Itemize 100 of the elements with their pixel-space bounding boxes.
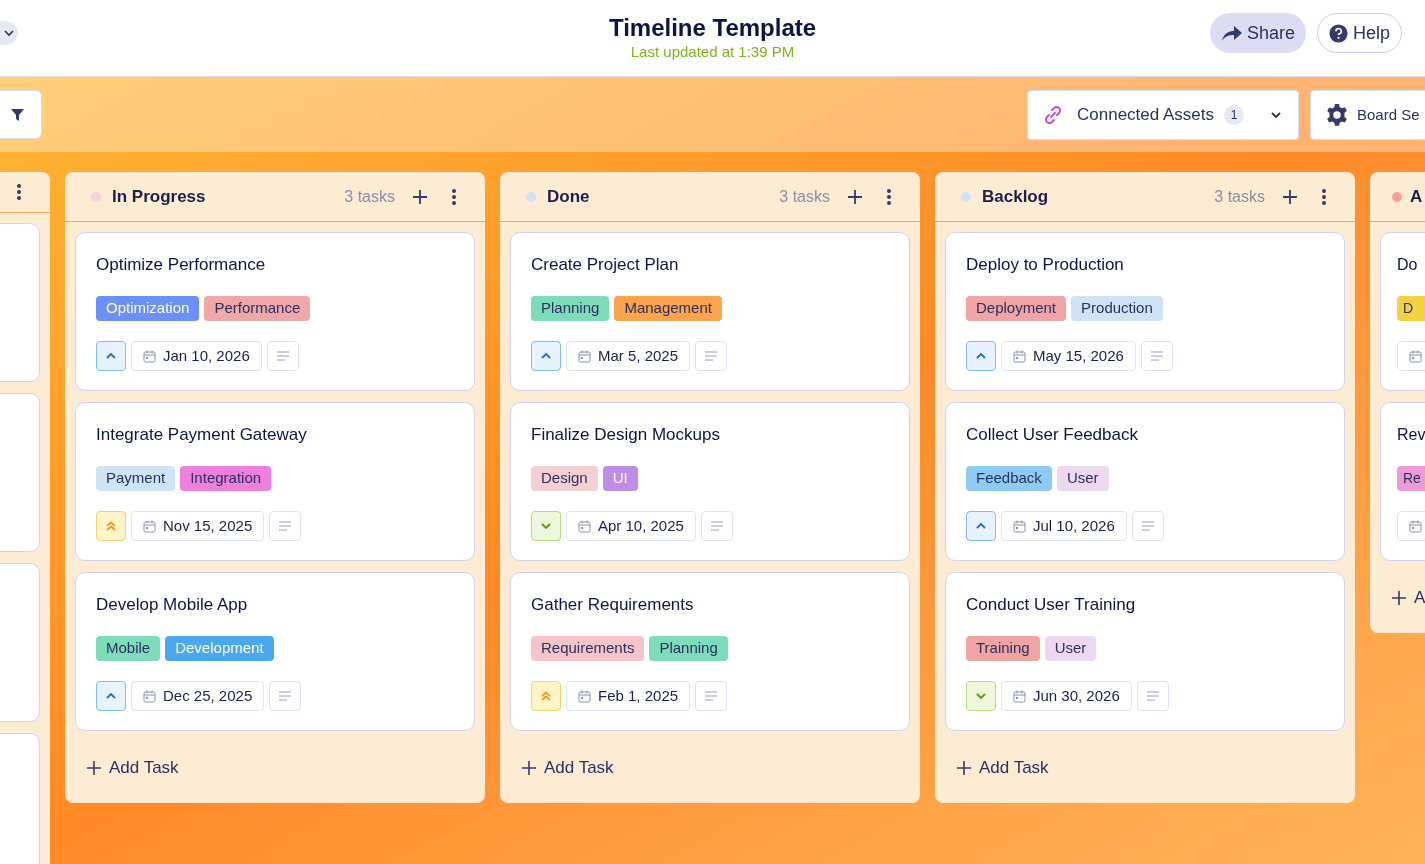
more-options-icon	[17, 184, 21, 200]
task-title: Conduct User Training	[966, 594, 1137, 616]
task-card[interactable]: Collect User Feedback Feedback User Jul 10, 2026	[945, 402, 1345, 561]
lines-icon	[276, 351, 289, 361]
task-title: Create Project Plan	[531, 254, 680, 276]
priority-button[interactable]	[96, 341, 126, 371]
task-card[interactable]: Integrate Payment Gateway Payment Integration Nov 15, 2025	[75, 402, 475, 561]
tag: User	[1044, 636, 1097, 661]
chevron-down-icon	[3, 27, 15, 39]
more-options-button[interactable]	[885, 186, 893, 207]
task-title: Rev	[1397, 425, 1425, 445]
task-card[interactable]: Finalize Design Mockups Design UI Apr 10, 2025	[510, 402, 910, 561]
due-date-button[interactable]: Nov 15, 2025	[131, 511, 265, 541]
tag: Planning	[531, 296, 610, 321]
add-button[interactable]	[412, 188, 428, 205]
lines-icon	[1146, 691, 1159, 701]
add-button[interactable]	[1282, 188, 1298, 205]
tag: Optimization	[96, 296, 200, 321]
task-title: Collect User Feedback	[966, 424, 1139, 446]
task-card[interactable]: Deploy to Production Deployment Production May 15, 2026	[945, 232, 1345, 391]
tag: Mobile	[96, 636, 161, 661]
priority-button[interactable]	[531, 341, 561, 371]
task-card[interactable]: Do D	[1380, 232, 1425, 391]
due-date-button[interactable]: Apr 10, 2025	[566, 511, 696, 541]
notes-button[interactable]	[266, 341, 299, 371]
priority-button[interactable]	[531, 511, 561, 541]
help-button[interactable]: Help	[1316, 13, 1402, 53]
board-title: Timeline Template	[608, 14, 817, 42]
lines-icon	[710, 521, 723, 531]
add-task-button[interactable]: Add Task	[957, 755, 1049, 781]
priority-button[interactable]	[966, 511, 996, 541]
notes-button[interactable]	[695, 681, 728, 711]
double-chevron-up-icon	[540, 690, 552, 702]
due-date-button[interactable]: Feb 1, 2025	[566, 681, 691, 711]
add-button[interactable]	[847, 188, 863, 205]
tag: Management	[614, 296, 722, 321]
priority-button[interactable]	[966, 341, 996, 371]
priority-button[interactable]	[96, 511, 126, 541]
notes-button[interactable]	[1131, 511, 1164, 541]
calendar-icon	[143, 519, 156, 533]
task-card[interactable]: Rev Re	[1380, 402, 1425, 561]
tag: Performance	[204, 296, 311, 321]
notes-button[interactable]	[269, 511, 302, 541]
add-task-button[interactable]: Add Task	[87, 755, 179, 781]
task-title: Deploy to Production	[966, 254, 1125, 276]
calendar-icon	[578, 519, 591, 533]
chevron-down-icon	[1270, 109, 1282, 121]
task-card[interactable]: Gather Requirements Requirements Planning Feb 1, 2025	[510, 572, 910, 731]
due-date-button[interactable]: Jul 10, 2026	[1001, 511, 1127, 541]
task-title: Develop Mobile App	[96, 594, 249, 616]
lines-icon	[279, 521, 292, 531]
notes-button[interactable]	[700, 511, 733, 541]
column-title: Done	[547, 185, 590, 208]
task-card[interactable]: Optimize Performance Optimization Performance Jan 10, 2026	[75, 232, 475, 391]
priority-button[interactable]	[531, 681, 561, 711]
tag: Integration	[180, 466, 272, 491]
add-task-button[interactable]: Add Task	[522, 755, 614, 781]
plus-icon	[87, 760, 101, 775]
plus-icon	[848, 189, 862, 204]
share-arrow-icon	[1220, 24, 1243, 42]
count-badge: 1	[1224, 105, 1245, 125]
due-date-button[interactable]: Jan 10, 2026	[131, 341, 262, 371]
more-options-button[interactable]	[1320, 186, 1328, 207]
priority-button[interactable]	[96, 681, 126, 711]
lines-icon	[705, 691, 718, 701]
tag: Planning	[649, 636, 728, 661]
share-button[interactable]: Share	[1209, 13, 1306, 53]
task-title: Integrate Payment Gateway	[96, 424, 308, 446]
calendar-icon	[1013, 349, 1026, 363]
link-icon	[1043, 105, 1063, 125]
task-card[interactable]: Conduct User Training Training User Jun 30, 2026	[945, 572, 1345, 731]
add-task-button[interactable]: A	[1392, 585, 1425, 611]
tag: Payment	[96, 466, 176, 491]
notes-button[interactable]	[1136, 681, 1169, 711]
calendar-icon	[1409, 349, 1422, 363]
lines-icon	[705, 351, 718, 361]
lines-icon	[1150, 351, 1163, 361]
more-options-icon	[887, 188, 891, 205]
notes-button[interactable]	[695, 341, 728, 371]
more-options-button[interactable]	[15, 182, 23, 202]
board-settings-button[interactable]: Board Se	[1310, 90, 1425, 140]
due-date-button[interactable]: Jun 30, 2026	[1001, 681, 1132, 711]
task-card[interactable]: Create Project Plan Planning Management Mar 5, 2025	[510, 232, 910, 391]
connected-assets-button[interactable]: Connected Assets 1	[1027, 90, 1299, 140]
tag: Design	[531, 466, 598, 491]
settings-icon	[1325, 103, 1349, 127]
tag: D	[1397, 296, 1425, 321]
task-card[interactable]: Develop Mobile App Mobile Development Dec 25, 2025	[75, 572, 475, 731]
notes-button[interactable]	[269, 681, 302, 711]
due-date-button[interactable]: May 15, 2026	[1001, 341, 1136, 371]
double-chevron-up-icon	[105, 520, 117, 532]
due-date-button[interactable]: Mar 5, 2025	[566, 341, 691, 371]
more-options-button[interactable]	[450, 186, 458, 207]
tag: Requirements	[531, 636, 645, 661]
more-options-icon	[452, 188, 456, 205]
due-date-button[interactable]: Dec 25, 2025	[131, 681, 265, 711]
help-icon	[1328, 23, 1348, 43]
notes-button[interactable]	[1140, 341, 1173, 371]
priority-button[interactable]	[966, 681, 996, 711]
task-title: Gather Requirements	[531, 594, 695, 616]
